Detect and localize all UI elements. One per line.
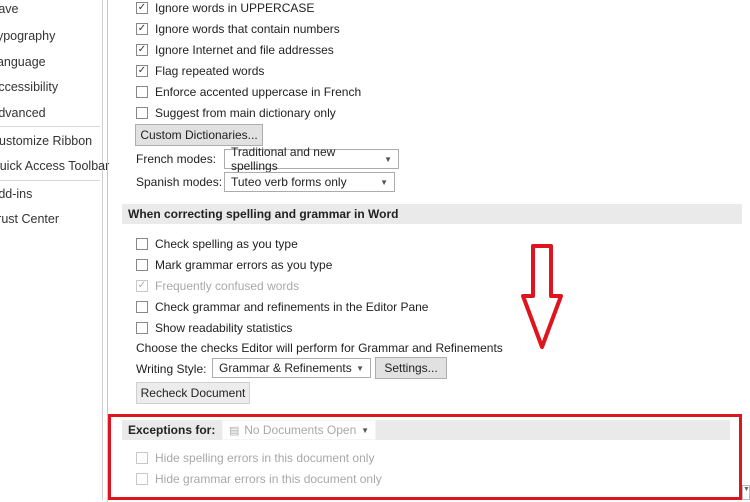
option-readability[interactable]: Show readability statistics xyxy=(136,320,292,336)
option-label: Ignore Internet and file addresses xyxy=(155,43,334,57)
sidebar-item-typography[interactable]: Typography xyxy=(0,29,55,43)
sidebar-item-add-ins[interactable]: Add-ins xyxy=(0,187,32,201)
option-ignore-internet[interactable]: ✓ Ignore Internet and file addresses xyxy=(136,42,334,58)
chevron-down-icon: ▼ xyxy=(384,154,392,164)
option-label: Ignore words that contain numbers xyxy=(155,22,340,36)
chevron-down-icon: ▼ xyxy=(380,177,388,187)
checkbox[interactable] xyxy=(136,259,148,271)
option-label: Mark grammar errors as you type xyxy=(155,258,333,272)
option-label: Check grammar and refinements in the Edi… xyxy=(155,300,429,314)
scrollbar-down-arrow[interactable]: ▼ xyxy=(742,485,750,500)
options-sidebar: Save Typography Language Accessibility A… xyxy=(0,0,109,500)
option-editor-pane[interactable]: Check grammar and refinements in the Edi… xyxy=(136,299,428,315)
option-enforce-accented[interactable]: Enforce accented uppercase in French xyxy=(136,84,361,100)
writing-style-dropdown[interactable]: Grammar & Refinements ▼ xyxy=(212,358,371,378)
dropdown-value: Tuteo verb forms only xyxy=(231,175,347,189)
sidebar-item-trust-center[interactable]: Trust Center xyxy=(0,212,59,226)
settings-button[interactable]: Settings... xyxy=(375,357,447,379)
option-flag-repeated[interactable]: ✓ Flag repeated words xyxy=(136,63,264,79)
checkbox[interactable]: ✓ xyxy=(136,2,148,14)
recheck-document-button: Recheck Document xyxy=(136,382,250,404)
checkbox[interactable] xyxy=(136,301,148,313)
option-main-dictionary[interactable]: Suggest from main dictionary only xyxy=(136,105,336,121)
spanish-modes-label: Spanish modes: xyxy=(136,175,223,189)
french-modes-dropdown[interactable]: Traditional and new spellings ▼ xyxy=(224,145,399,173)
writing-style-label: Writing Style: xyxy=(136,362,207,376)
dropdown-value: Traditional and new spellings xyxy=(231,145,336,173)
sidebar-item-save[interactable]: Save xyxy=(0,2,19,16)
option-ignore-uppercase[interactable]: ✓ Ignore words in UPPERCASE xyxy=(136,0,314,16)
custom-dictionaries-button[interactable]: Custom Dictionaries... xyxy=(135,124,263,146)
checkbox[interactable] xyxy=(136,322,148,334)
chevron-down-icon: ▼ xyxy=(356,363,364,373)
checkbox: ✓ xyxy=(136,280,148,292)
option-check-spelling[interactable]: Check spelling as you type xyxy=(136,236,298,252)
sidebar-item-customize-ribbon[interactable]: Customize Ribbon xyxy=(0,134,92,148)
option-label: Frequently confused words xyxy=(155,279,300,293)
dropdown-value: Grammar & Refinements xyxy=(219,361,352,375)
option-label: Show readability statistics xyxy=(155,321,293,335)
sidebar-item-quick-access-toolbar[interactable]: Quick Access Toolbar xyxy=(0,159,109,173)
option-label: Flag repeated words xyxy=(155,64,265,78)
checkbox[interactable]: ✓ xyxy=(136,65,148,77)
option-ignore-numbers[interactable]: ✓ Ignore words that contain numbers xyxy=(136,21,340,37)
section-header-word: When correcting spelling and grammar in … xyxy=(122,204,742,224)
divider xyxy=(0,180,100,181)
option-confused-words: ✓ Frequently confused words xyxy=(136,278,299,294)
checkbox[interactable] xyxy=(136,107,148,119)
sidebar-item-language[interactable]: Language xyxy=(0,55,46,69)
option-label: Check spelling as you type xyxy=(155,237,298,251)
red-down-arrow-icon xyxy=(521,244,563,349)
sidebar-item-advanced[interactable]: Advanced xyxy=(0,106,46,120)
spanish-modes-dropdown[interactable]: Tuteo verb forms only ▼ xyxy=(224,172,395,192)
checkbox[interactable]: ✓ xyxy=(136,23,148,35)
option-label: Enforce accented uppercase in French xyxy=(155,85,362,99)
checkbox[interactable] xyxy=(136,238,148,250)
checks-description: Choose the checks Editor will perform fo… xyxy=(136,341,503,355)
option-mark-grammar[interactable]: Mark grammar errors as you type xyxy=(136,257,332,273)
checkbox[interactable] xyxy=(136,86,148,98)
option-label: Suggest from main dictionary only xyxy=(155,106,336,120)
divider xyxy=(0,126,100,127)
checkbox[interactable]: ✓ xyxy=(136,44,148,56)
highlight-box xyxy=(108,414,742,500)
sidebar-item-accessibility[interactable]: Accessibility xyxy=(0,80,58,94)
option-label: Ignore words in UPPERCASE xyxy=(155,1,315,15)
french-modes-label: French modes: xyxy=(136,152,217,166)
